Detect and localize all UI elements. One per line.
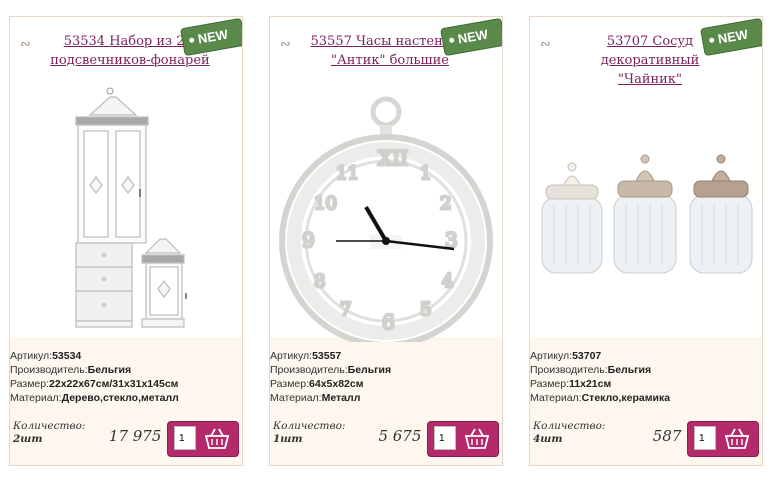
ornament-icon: ∾ (280, 37, 291, 52)
svg-text:10: 10 (314, 193, 337, 214)
product-card: ∾ 53707 Сосуд декоративный "Чайник" NEW (529, 16, 763, 466)
svg-text:2: 2 (440, 193, 451, 214)
product-specs: Артикул:53707 Производитель:Бельгия Разм… (530, 350, 671, 404)
stock-quantity: Количество: 4шт (533, 420, 606, 445)
product-card: ∾ 53557 Часы настенные "Антик" большие N… (269, 16, 503, 466)
product-specs: Артикул:53557 Производитель:Бельгия Разм… (270, 350, 392, 404)
order-quantity-input[interactable] (434, 426, 456, 450)
svg-text:6: 6 (382, 310, 395, 334)
svg-text:7: 7 (340, 299, 351, 320)
svg-text:XII: XII (378, 146, 408, 170)
clock-image[interactable]: XII 3 6 9 1 2 4 5 7 8 10 11 (270, 77, 502, 342)
svg-text:8: 8 (314, 271, 325, 292)
basket-icon[interactable] (464, 427, 490, 451)
order-quantity-input[interactable] (174, 426, 196, 450)
svg-text:9: 9 (302, 228, 315, 252)
add-to-cart-panel (167, 421, 239, 457)
basket-icon[interactable] (724, 427, 750, 451)
stock-quantity: Количество: 1шт (273, 420, 346, 445)
stock-quantity: Количество: 2шт (13, 420, 86, 445)
product-specs: Артикул:53534 Производитель:Бельгия Разм… (10, 350, 179, 404)
order-quantity-input[interactable] (694, 426, 716, 450)
svg-text:11: 11 (336, 163, 359, 184)
lanterns-image[interactable] (10, 77, 242, 342)
svg-text:5: 5 (420, 299, 431, 320)
svg-text:1: 1 (420, 163, 431, 184)
svg-text:4: 4 (442, 271, 453, 292)
ornament-icon: ∾ (540, 37, 551, 52)
add-to-cart-panel (427, 421, 499, 457)
jars-image[interactable] (530, 77, 762, 342)
product-card: ∾ 53534 Набор из 2-х подсвечников-фонаре… (9, 16, 243, 466)
price: 17 975 .- (108, 427, 176, 445)
basket-icon[interactable] (204, 427, 230, 451)
add-to-cart-panel (687, 421, 759, 457)
ornament-icon: ∾ (20, 37, 31, 52)
